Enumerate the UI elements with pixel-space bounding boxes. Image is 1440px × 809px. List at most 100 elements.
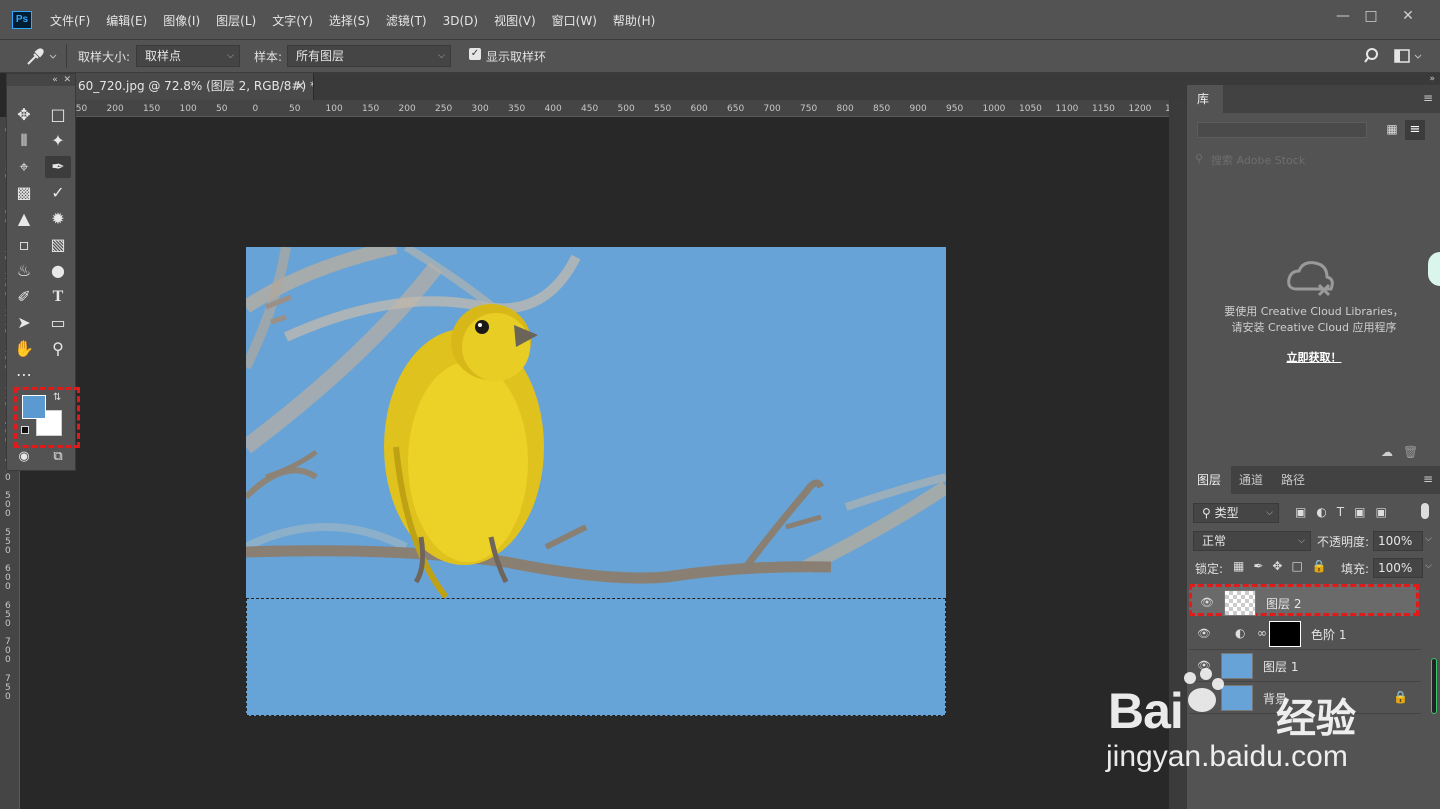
layers-scrollbar[interactable] — [1431, 658, 1437, 714]
menu-layer[interactable]: 图层(L) — [208, 12, 264, 30]
filter-toggle[interactable] — [1421, 503, 1429, 519]
fill-chevron-icon[interactable]: ⌵ — [1425, 561, 1432, 571]
zoom-tool-icon[interactable]: ⚲ — [45, 338, 71, 360]
eyedropper-tool-icon[interactable]: ✒ — [45, 156, 71, 178]
h-ruler-tick: 500 — [617, 104, 635, 114]
menu-file[interactable]: 文件(F) — [42, 12, 98, 30]
h-ruler-tick: 300 — [471, 104, 489, 114]
maximize-button[interactable]: □ — [1358, 6, 1384, 26]
marquee-tool-icon[interactable]: □ — [45, 104, 71, 126]
rectangle-tool-icon[interactable]: ▭ — [45, 312, 71, 334]
visibility-eye-icon[interactable]: 👁 — [1200, 596, 1214, 609]
h-ruler-tick: 150 — [143, 104, 161, 114]
filter-search-icon: ⚲ — [1202, 506, 1215, 520]
lock-icons[interactable]: ▦✒✥□🔒 — [1233, 559, 1336, 573]
menu-3d[interactable]: 3D(D) — [435, 12, 486, 30]
opacity-label: 不透明度: — [1317, 535, 1370, 549]
menu-image[interactable]: 图像(I) — [155, 12, 208, 30]
v-ruler-tick: 7 5 0 — [5, 673, 11, 702]
crop-tool-icon[interactable]: ⌖ — [11, 156, 37, 178]
h-ruler-tick: 900 — [909, 104, 927, 114]
grid-view-icon[interactable]: ▦ — [1383, 122, 1401, 140]
stock-search-input[interactable]: 搜索 Adobe Stock — [1211, 152, 1421, 168]
path-selection-tool-icon[interactable]: ➤ — [11, 312, 37, 334]
brush-tool-icon[interactable]: ✓ — [45, 182, 71, 204]
layers-tab-bar: 图层 通道 路径 ≡ — [1187, 466, 1440, 494]
magic-wand-tool-icon[interactable]: ✦ — [45, 130, 71, 152]
type-tool-icon[interactable]: T — [45, 286, 71, 308]
menu-type[interactable]: 文字(Y) — [264, 12, 321, 30]
more-tools-icon[interactable]: ⋯ — [11, 364, 37, 386]
search-icon[interactable] — [1364, 47, 1382, 65]
menu-view[interactable]: 视图(V) — [486, 12, 544, 30]
horizontal-ruler: 2502001501005005010015020025030035040045… — [76, 100, 1169, 117]
layer-filter-icons[interactable]: ▣◐T▣▣ — [1295, 505, 1397, 519]
fill-label: 填充: — [1341, 562, 1370, 576]
h-ruler-tick: 150 — [362, 104, 380, 114]
minimize-button[interactable]: — — [1330, 6, 1356, 26]
healing-tool-icon[interactable]: ▩ — [11, 182, 37, 204]
eyedropper-icon — [27, 48, 57, 65]
tab-paths[interactable]: 路径 — [1271, 466, 1315, 494]
opacity-input[interactable]: 100% — [1373, 531, 1423, 551]
h-ruler-tick: 1150 — [1092, 104, 1115, 114]
marquee-selection[interactable] — [246, 598, 946, 716]
document-tab[interactable]: 60_720.jpg @ 72.8% (图层 2, RGB/8#) * ✕ — [76, 73, 314, 100]
opacity-value: 100% — [1378, 534, 1413, 548]
list-view-icon[interactable]: ≡ — [1405, 120, 1425, 140]
tab-library[interactable]: 库 — [1187, 85, 1223, 113]
pen-tool-icon[interactable]: ✐ — [11, 286, 37, 308]
panel-menu-icon[interactable]: ≡ — [1423, 91, 1433, 105]
document-title: 60_720.jpg @ 72.8% (图层 2, RGB/8#) * — [78, 79, 314, 93]
eraser-tool-icon[interactable]: ▫ — [11, 234, 37, 256]
hand-tool-icon[interactable]: ✋ — [11, 338, 37, 360]
dock-collapse-bar[interactable]: » — [1187, 73, 1440, 85]
menu-select[interactable]: 选择(S) — [321, 12, 378, 30]
workspace-icon[interactable] — [1394, 49, 1422, 65]
show-ring-checkbox[interactable]: ✓ — [469, 48, 481, 60]
sample-select[interactable]: 所有图层 ⌵ — [287, 45, 451, 67]
sample-size-value: 取样点 — [145, 49, 182, 63]
menu-help[interactable]: 帮助(H) — [605, 12, 663, 30]
screen-mode-icon[interactable]: ⧉ — [45, 446, 71, 468]
gradient-tool-icon[interactable]: ▧ — [45, 234, 71, 256]
close-tab-icon[interactable]: ✕ — [295, 73, 305, 100]
trash-icon[interactable]: 🗑 — [1403, 445, 1418, 459]
menu-window[interactable]: 窗口(W) — [544, 12, 605, 30]
layer-row-levels1[interactable]: 👁 ◐ ∞ 色阶 1 — [1189, 618, 1421, 650]
quick-mask-icon[interactable]: ◉ — [11, 446, 37, 468]
h-ruler-tick: 100 — [179, 104, 197, 114]
layer-row-layer2[interactable]: 👁 图层 2 — [1189, 584, 1419, 616]
tab-layers[interactable]: 图层 — [1187, 466, 1232, 494]
layers-menu-icon[interactable]: ≡ — [1423, 472, 1433, 486]
dodge-tool-icon[interactable]: ● — [45, 260, 71, 282]
move-tool-icon[interactable]: ✥ — [11, 104, 37, 126]
visibility-eye-icon[interactable]: 👁 — [1197, 627, 1211, 640]
blur-tool-icon[interactable]: ♨ — [11, 260, 37, 282]
close-window-button[interactable]: ✕ — [1395, 6, 1421, 26]
history-brush-tool-icon[interactable]: ✹ — [45, 208, 71, 230]
tool-preset-picker[interactable] — [22, 46, 60, 68]
stamp-tool-icon[interactable]: ▲ — [11, 208, 37, 230]
opacity-chevron-icon[interactable]: ⌵ — [1425, 534, 1432, 544]
blend-mode-value: 正常 — [1202, 534, 1227, 548]
sample-size-select[interactable]: 取样点 ⌵ — [136, 45, 240, 67]
watermark-url: jingyan.baidu.com — [1106, 740, 1348, 773]
v-ruler-tick: 7 0 0 — [5, 637, 11, 665]
h-ruler-tick: 1200 — [1128, 104, 1152, 114]
h-ruler-tick: 50 — [216, 104, 228, 114]
menu-edit[interactable]: 编辑(E) — [98, 12, 155, 30]
cc-sync-icon[interactable]: ☁ — [1381, 445, 1393, 459]
blend-mode-select[interactable]: 正常 ⌵ — [1193, 531, 1311, 551]
library-select[interactable] — [1197, 122, 1367, 138]
lasso-tool-icon[interactable]: ⦀ — [11, 130, 37, 152]
layer-filter-select[interactable]: ⚲ 类型 ⌵ — [1193, 503, 1279, 523]
get-creative-cloud-link[interactable]: 立即获取！ — [1187, 349, 1440, 365]
h-ruler-tick: 850 — [873, 104, 891, 114]
fill-input[interactable]: 100% — [1373, 558, 1423, 578]
tab-channels[interactable]: 通道 — [1229, 466, 1273, 494]
menu-filter[interactable]: 滤镜(T) — [378, 12, 435, 30]
filter-kind-value: 类型 — [1214, 506, 1239, 520]
side-handle[interactable] — [1428, 252, 1440, 286]
tools-panel-header[interactable]: « ✕ — [7, 74, 75, 86]
